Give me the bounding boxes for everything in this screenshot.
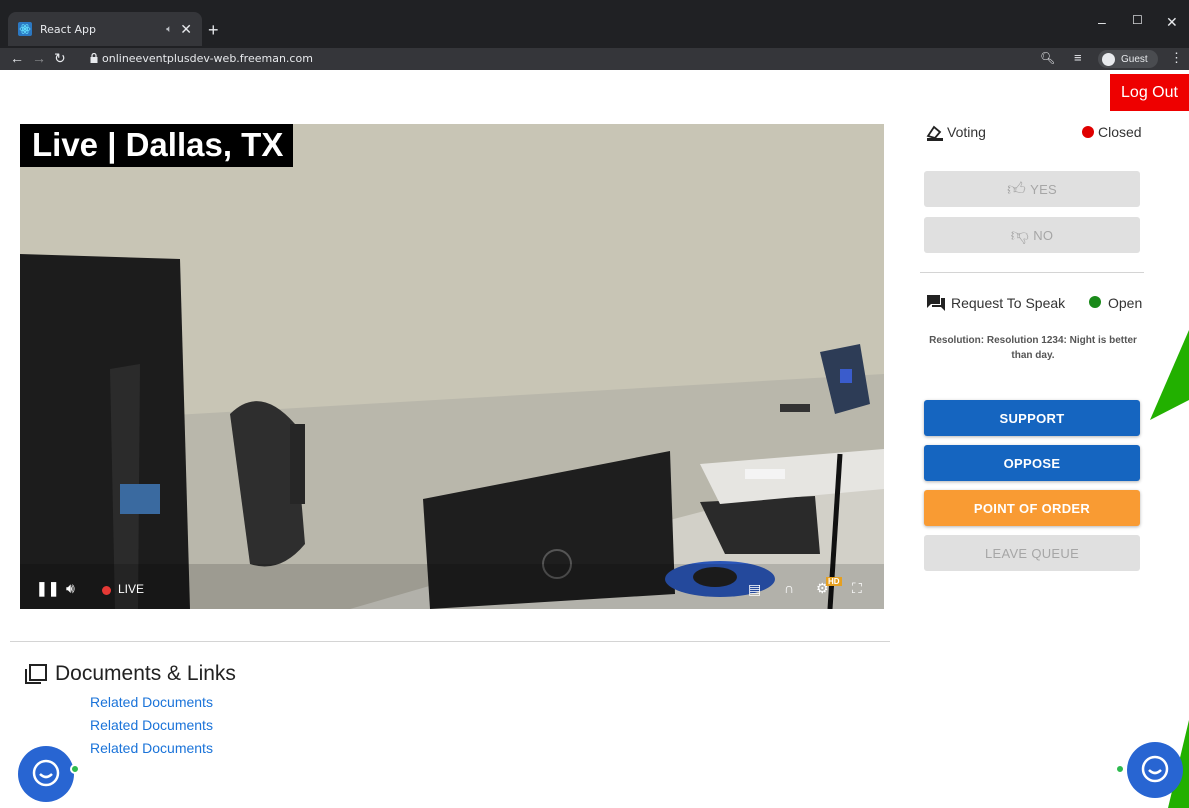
point-of-order-button[interactable]: POINT OF ORDER (924, 490, 1140, 526)
chat-icon (1141, 755, 1169, 783)
volume-icon[interactable]: 🔊︎ (66, 580, 75, 597)
forum-icon (927, 295, 945, 311)
live-indicator-dot (102, 586, 111, 595)
profile-button[interactable]: Guest (1098, 50, 1158, 68)
live-label: LIVE (118, 582, 145, 596)
media-queue-icon[interactable]: ≡ (1074, 50, 1082, 65)
library-icon (25, 664, 47, 684)
online-indicator (70, 764, 80, 774)
oppose-button[interactable]: OPPOSE (924, 445, 1140, 481)
logout-button[interactable]: Log Out (1110, 74, 1189, 111)
voting-status-dot (1082, 126, 1094, 138)
resolution-text: Resolution: Resolution 1234: Night is be… (929, 335, 1137, 361)
related-documents-link[interactable]: Related Documents (90, 740, 213, 756)
captions-icon[interactable]: ▤ (748, 581, 761, 598)
divider (920, 272, 1144, 273)
divider (10, 641, 890, 642)
window-close-icon[interactable]: ✕ (1166, 14, 1178, 31)
request-to-speak-label: Request To Speak (951, 295, 1066, 311)
related-documents-link[interactable]: Related Documents (90, 694, 213, 710)
profile-label: Guest (1121, 53, 1148, 65)
new-tab-icon[interactable]: + (208, 20, 219, 41)
maximize-icon[interactable]: ☐ (1132, 13, 1143, 27)
vote-no-button[interactable]: 👎︎ NO (924, 217, 1140, 253)
browser-tab[interactable]: React App 🔈︎ ✕ (8, 12, 202, 46)
back-icon[interactable]: ← (10, 50, 24, 66)
live-location-banner: Live | Dallas, TX (20, 124, 294, 167)
vote-yes-button[interactable]: 👍︎ YES (924, 171, 1140, 207)
online-indicator (1115, 764, 1125, 774)
tab-audio-icon[interactable]: 🔈︎ (166, 24, 172, 35)
video-player[interactable] (20, 124, 884, 609)
profile-avatar-icon (1102, 52, 1115, 66)
forward-icon[interactable]: → (32, 50, 46, 66)
menu-kebab-icon[interactable]: ⋮ (1170, 50, 1183, 66)
thumbs-up-icon: 👍︎ (1006, 179, 1027, 199)
request-status: Open (1108, 295, 1143, 311)
vote-no-label: NO (1033, 227, 1054, 243)
chat-launcher-right[interactable] (1127, 742, 1183, 798)
zoom-icon[interactable]: 🔍︎ (1040, 51, 1055, 65)
react-icon (18, 22, 32, 36)
tab-title: React App (40, 22, 97, 36)
voting-label: Voting (947, 124, 986, 140)
hd-badge: HD (826, 577, 842, 586)
documents-title-text: Documents & Links (55, 662, 236, 685)
minimize-icon[interactable]: – (1098, 14, 1106, 30)
support-button[interactable]: SUPPORT (924, 400, 1140, 436)
ballot-icon (926, 125, 943, 141)
video-frame (20, 124, 884, 609)
leave-queue-button[interactable]: LEAVE QUEUE (924, 535, 1140, 571)
lock-icon (90, 53, 98, 63)
audio-track-icon[interactable]: ∩ (784, 580, 794, 596)
chat-launcher-left[interactable] (18, 746, 74, 802)
annotation-arrow (1150, 330, 1189, 420)
fullscreen-icon[interactable]: ⛶ (852, 580, 862, 597)
chat-icon (32, 759, 60, 787)
documents-section-title: Documents & Links (25, 662, 236, 686)
pause-icon[interactable]: ❚❚ (36, 580, 59, 597)
reload-icon[interactable]: ↻ (54, 50, 66, 67)
url-text[interactable]: onlineeventplusdev-web.freeman.com (102, 52, 313, 65)
voting-status: Closed (1098, 124, 1142, 140)
vote-yes-label: YES (1030, 181, 1058, 197)
tab-close-icon[interactable]: ✕ (180, 21, 192, 38)
request-status-dot (1089, 296, 1101, 308)
thumbs-down-icon: 👎︎ (1010, 225, 1030, 245)
related-documents-link[interactable]: Related Documents (90, 717, 213, 733)
